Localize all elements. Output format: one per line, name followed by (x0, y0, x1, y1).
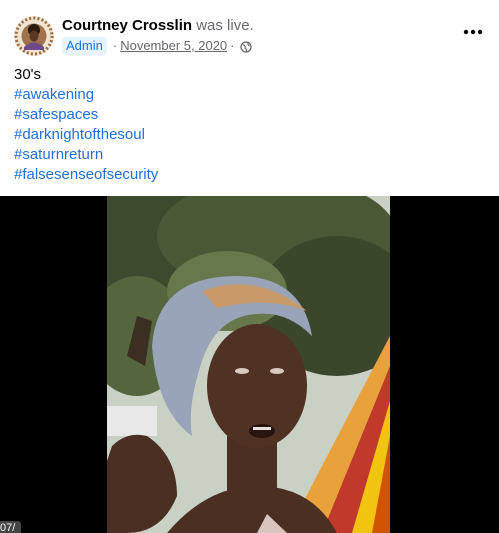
more-options-icon (463, 29, 483, 35)
post-date-link[interactable]: November 5, 2020 (120, 37, 227, 55)
post-text: 30's #awakening #safespaces #darknightof… (14, 65, 484, 185)
more-options-button[interactable] (461, 20, 485, 44)
hashtag-link[interactable]: #awakening (14, 85, 484, 105)
author-name[interactable]: Courtney Crosslin (62, 17, 192, 34)
post-text-line: 30's (14, 66, 42, 83)
separator-dot: · (112, 38, 118, 53)
globe-icon (239, 40, 252, 53)
video-thumbnail (77, 196, 417, 533)
video-player[interactable]: 07/ (0, 196, 499, 533)
hashtag-link[interactable]: #safespaces (14, 105, 484, 125)
hashtag-link[interactable]: #saturnreturn (14, 145, 484, 165)
separator-dot: · (230, 38, 235, 53)
post-meta: Admin · November 5, 2020 · (62, 37, 252, 55)
author-avatar[interactable] (14, 16, 54, 56)
hashtag-link[interactable]: #falsesenseofsecurity (14, 165, 484, 185)
hashtag-link[interactable]: #darknightofthesoul (14, 125, 484, 145)
author-line: Courtney Crosslin was live. (62, 16, 254, 36)
live-status-text: was live. (196, 17, 254, 34)
avatar-image (14, 16, 54, 56)
post-header: Courtney Crosslin was live. Admin · Nove… (0, 0, 499, 62)
video-frame[interactable] (77, 196, 417, 533)
admin-badge[interactable]: Admin (62, 37, 107, 55)
live-video-post: Courtney Crosslin was live. Admin · Nove… (0, 0, 499, 533)
video-timestamp: 07/ (0, 521, 22, 533)
